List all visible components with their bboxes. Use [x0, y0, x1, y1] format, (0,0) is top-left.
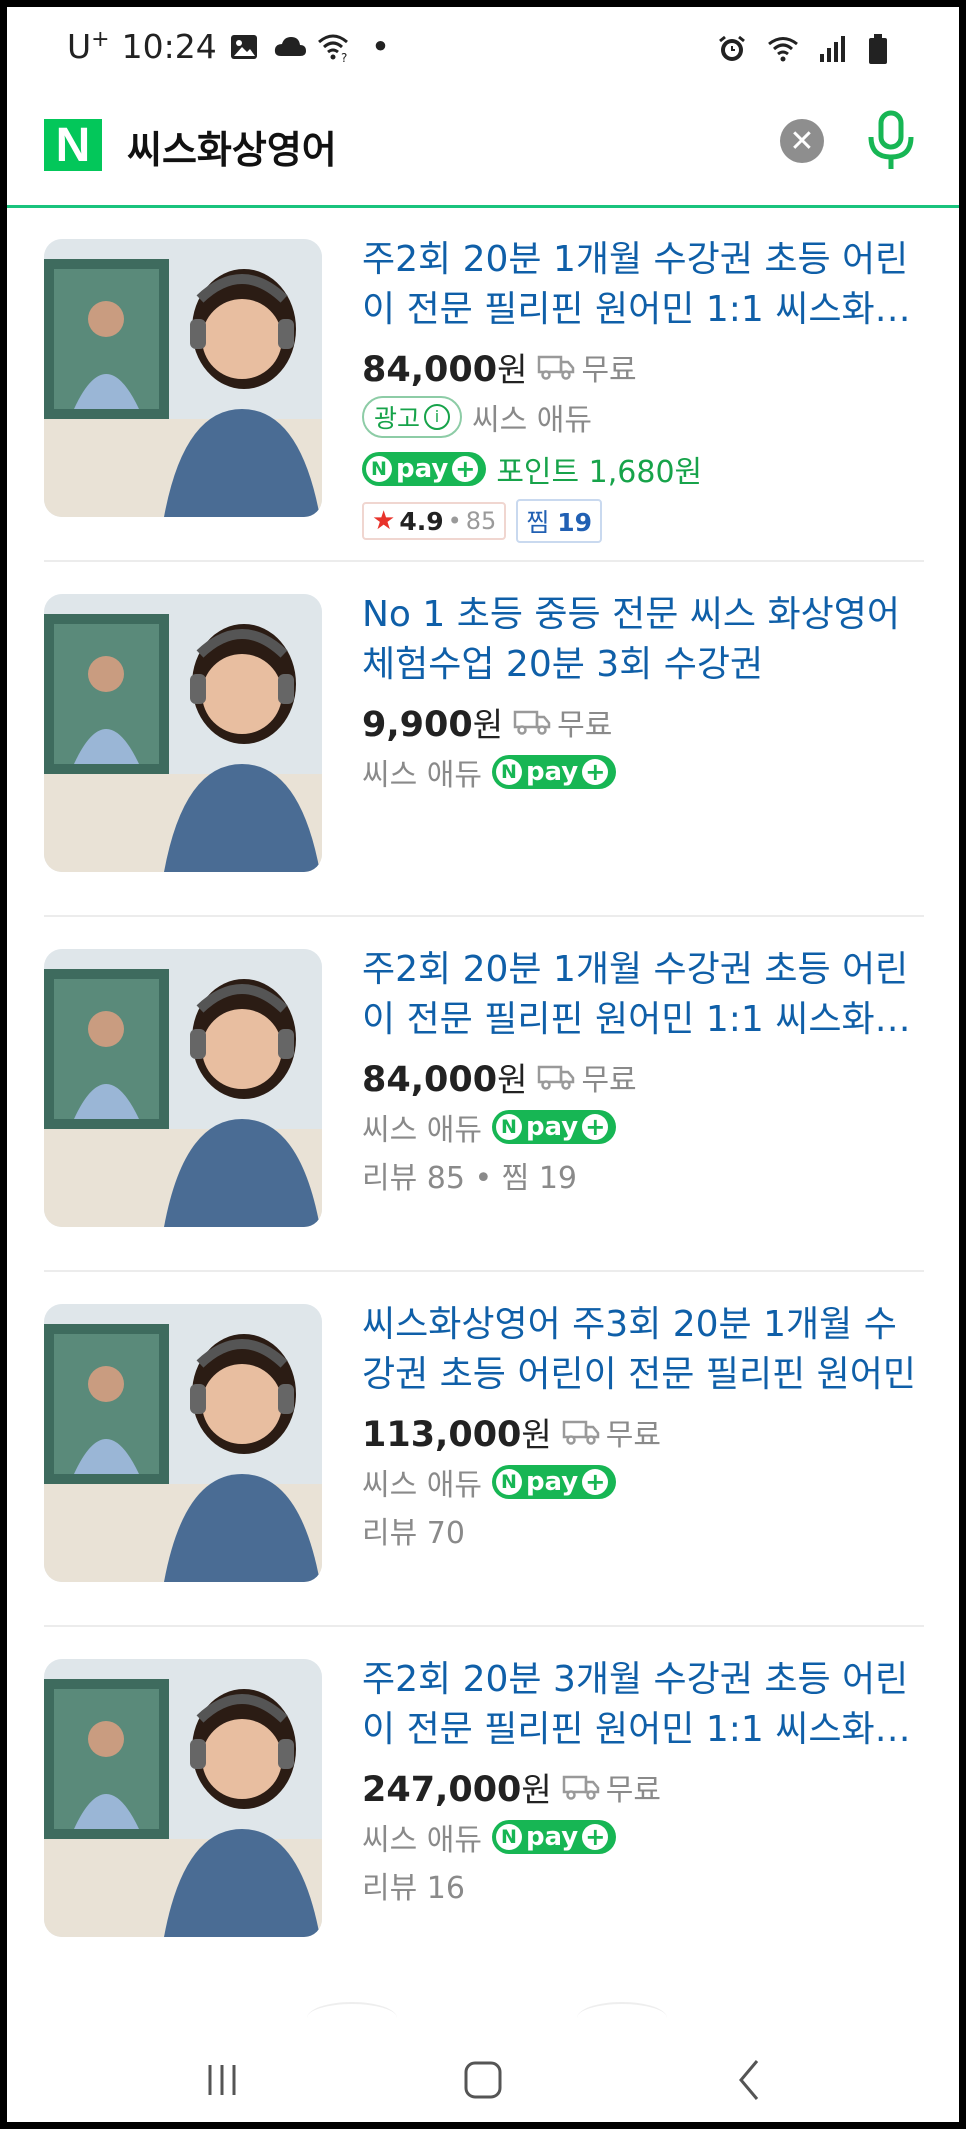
gallery-icon	[229, 31, 261, 63]
list-item[interactable]: 주2회 20분 3개월 수강권 초등 어린이 전문 필리핀 원어민 1:1 씨스…	[44, 1627, 924, 1980]
product-title[interactable]: No 1 초등 중등 전문 씨스 화상영어 체험수업 20분 3회 수강권	[362, 590, 922, 690]
npay-n-icon: N	[495, 1114, 522, 1140]
seller-row: 씨스 애듀 Npay +	[362, 1105, 617, 1149]
truck-icon	[513, 710, 551, 735]
plus-icon: +	[582, 758, 609, 786]
seller-row: 씨스 애듀 Npay +	[362, 1460, 617, 1504]
notification-dot: •	[370, 27, 391, 66]
shipping-info: 무료	[537, 1055, 637, 1099]
seller-row: 씨스 애듀 Npay +	[362, 750, 617, 794]
product-thumbnail[interactable]	[44, 239, 322, 517]
back-icon	[739, 2060, 759, 2100]
search-input[interactable]: 씨스화상영어	[127, 119, 337, 174]
product-title[interactable]: 씨스화상영어 주3회 20분 1개월 수강권 초등 어린이 전문 필리핀 원어민	[362, 1300, 922, 1400]
voice-search-button[interactable]	[865, 109, 917, 173]
signal-icon	[817, 33, 849, 65]
points-text: 포인트 1,680원	[496, 455, 703, 490]
npay-n-icon: N	[495, 1824, 522, 1850]
battery-icon	[867, 33, 899, 65]
list-item[interactable]: 씨스화상영어 주3회 20분 1개월 수강권 초등 어린이 전문 필리핀 원어민…	[44, 1272, 924, 1627]
npay-badge: Npay +	[491, 1110, 617, 1144]
rating-badge: ★ 4.9 • 85	[362, 502, 507, 540]
npay-row: Npay + 포인트 1,680원	[362, 447, 702, 491]
seller-name[interactable]: 씨스 애듀	[362, 1105, 482, 1149]
search-bar: N 씨스화상영어 ✕	[7, 89, 959, 208]
product-price: 9,900원 무료	[362, 698, 612, 746]
product-price: 247,000원 무료	[362, 1763, 661, 1811]
info-icon: i	[424, 404, 451, 430]
svg-text:?: ?	[341, 51, 347, 63]
npay-n-icon: N	[495, 759, 522, 785]
plus-icon: +	[582, 1113, 609, 1141]
back-button[interactable]	[719, 2055, 779, 2105]
product-price: 84,000원 무료	[362, 343, 637, 391]
pagination-hint	[307, 2002, 397, 2034]
npay-n-icon: N	[366, 456, 392, 482]
wifi-icon	[767, 33, 799, 65]
recent-apps-icon	[208, 2065, 236, 2095]
shipping-info: 무료	[537, 345, 637, 389]
product-thumbnail[interactable]	[44, 594, 322, 872]
truck-icon	[562, 1775, 600, 1800]
wifi-question-icon: ?	[317, 31, 349, 65]
product-thumbnail[interactable]	[44, 1304, 322, 1582]
system-navigation-bar	[7, 2037, 959, 2122]
microphone-icon	[868, 110, 914, 169]
recent-apps-button[interactable]	[192, 2055, 252, 2105]
seller-name[interactable]: 씨스 애듀	[362, 1815, 482, 1859]
review-meta: 리뷰 70	[362, 1516, 465, 1551]
npay-n-icon: N	[495, 1469, 522, 1495]
product-title[interactable]: 주2회 20분 1개월 수강권 초등 어린이 전문 필리핀 원어민 1:1 씨스…	[362, 945, 922, 1045]
ad-badge[interactable]: 광고 i	[362, 396, 463, 438]
product-price: 84,000원 무료	[362, 1053, 637, 1101]
product-list: 주2회 20분 1개월 수강권 초등 어린이 전문 필리핀 원어민 1:1 씨스…	[44, 207, 924, 1980]
star-icon: ★	[372, 506, 396, 536]
product-price: 113,000원 무료	[362, 1408, 661, 1456]
npay-badge: Npay +	[491, 1820, 617, 1854]
plus-icon: +	[582, 1468, 609, 1496]
review-meta: 리뷰 16	[362, 1871, 465, 1906]
plus-icon: +	[582, 1823, 609, 1851]
shipping-info: 무료	[562, 1410, 661, 1454]
npay-badge: Npay +	[491, 1465, 617, 1499]
seller-name[interactable]: 씨스 애듀	[362, 1460, 482, 1504]
jjim-badge: 찜 19	[516, 499, 603, 543]
truck-icon	[538, 355, 575, 380]
truck-icon	[562, 1420, 600, 1445]
status-bar: U+ 10:24 ? •	[7, 7, 959, 87]
pagination-hint	[577, 2002, 667, 2034]
carrier-label: U+	[67, 27, 110, 66]
naver-logo[interactable]: N	[44, 119, 102, 172]
product-thumbnail[interactable]	[44, 1659, 322, 1937]
product-title[interactable]: 주2회 20분 1개월 수강권 초등 어린이 전문 필리핀 원어민 1:1 씨스…	[362, 235, 922, 335]
clear-search-button[interactable]: ✕	[780, 119, 824, 163]
seller-row: 씨스 애듀 Npay +	[362, 1815, 617, 1859]
shipping-info: 무료	[513, 700, 612, 744]
npay-badge: Npay +	[362, 452, 487, 486]
close-icon: ✕	[789, 123, 815, 159]
truck-icon	[538, 1065, 575, 1090]
product-thumbnail[interactable]	[44, 949, 322, 1227]
npay-badge: Npay +	[491, 755, 617, 789]
rating-row: ★ 4.9 • 85 찜 19	[362, 499, 603, 543]
list-item[interactable]: 주2회 20분 1개월 수강권 초등 어린이 전문 필리핀 원어민 1:1 씨스…	[44, 207, 924, 562]
home-button[interactable]	[453, 2055, 513, 2105]
seller-name[interactable]: 씨스 애듀	[472, 395, 592, 439]
clock: 10:24	[121, 27, 217, 66]
review-meta: 리뷰 85 • 찜 19	[362, 1161, 577, 1196]
seller-row: 광고 i 씨스 애듀	[362, 395, 592, 439]
home-icon	[464, 2061, 502, 2099]
cloud-icon	[273, 31, 306, 63]
plus-icon: +	[452, 455, 479, 483]
alarm-icon	[717, 33, 749, 65]
list-item[interactable]: 주2회 20분 1개월 수강권 초등 어린이 전문 필리핀 원어민 1:1 씨스…	[44, 917, 924, 1272]
shipping-info: 무료	[562, 1765, 661, 1809]
list-item[interactable]: No 1 초등 중등 전문 씨스 화상영어 체험수업 20분 3회 수강권 9,…	[44, 562, 924, 917]
seller-name[interactable]: 씨스 애듀	[362, 750, 482, 794]
phone-screen: U+ 10:24 ? • N 씨스화상영어 ✕ 주2회 20분 1개월 수강권 …	[7, 7, 959, 2122]
product-title[interactable]: 주2회 20분 3개월 수강권 초등 어린이 전문 필리핀 원어민 1:1 씨스…	[362, 1655, 922, 1755]
